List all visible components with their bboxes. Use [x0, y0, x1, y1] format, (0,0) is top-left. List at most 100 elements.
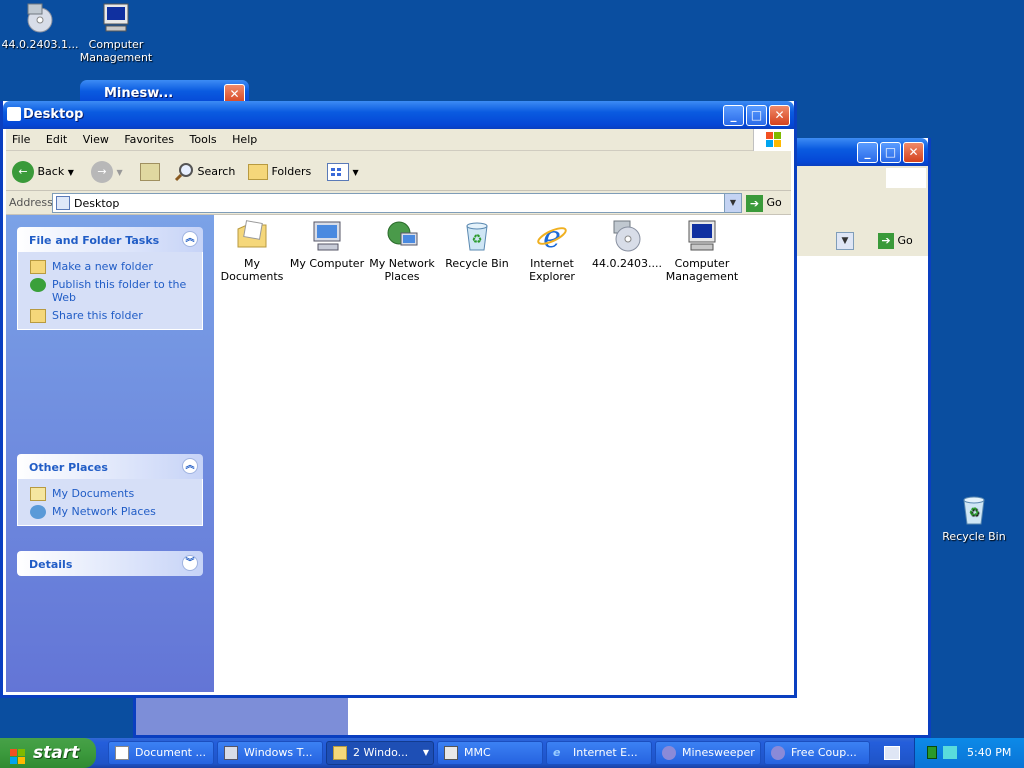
- menu-file[interactable]: File: [6, 129, 36, 146]
- item-recycle-bin[interactable]: ♻ Recycle Bin: [439, 219, 515, 270]
- new-folder-icon: [30, 260, 46, 274]
- address-bar: Address Desktop ▼ ➔ Go: [6, 191, 791, 215]
- item-label: My Documents: [220, 257, 284, 283]
- mmc-icon: [444, 746, 458, 760]
- file-list: My Documents My Computer My Network Plac…: [214, 215, 791, 692]
- up-folder-button[interactable]: [140, 159, 160, 185]
- taskbar-button-windows-group[interactable]: 2 Windo... ▼: [326, 741, 434, 765]
- address-label: Address: [9, 196, 53, 209]
- panel-header[interactable]: File and Folder Tasks ︽: [17, 227, 203, 252]
- recycle-bin-icon: ♻: [958, 494, 990, 526]
- chevron-down-icon[interactable]: ▼: [68, 168, 74, 177]
- menu-favorites[interactable]: Favorites: [118, 129, 180, 146]
- forward-arrow-icon: →: [91, 161, 113, 183]
- desktop-icon-recycle-bin[interactable]: ♻ Recycle Bin: [934, 494, 1014, 543]
- item-label: Internet Explorer: [529, 257, 575, 283]
- windows-logo-icon: [886, 168, 926, 188]
- place-link-my-documents[interactable]: My Documents: [18, 485, 202, 503]
- minesweeper-icon: [662, 746, 676, 760]
- network-tray-icon[interactable]: [943, 746, 957, 759]
- internet-explorer-icon: e: [535, 219, 569, 255]
- close-icon[interactable]: ✕: [903, 142, 924, 163]
- minimize-icon[interactable]: _: [857, 142, 878, 163]
- my-documents-icon: [30, 487, 46, 501]
- menu-view[interactable]: View: [77, 129, 115, 146]
- chevron-down-icon: ▼: [352, 168, 359, 177]
- address-value: Desktop: [74, 197, 120, 210]
- search-button[interactable]: Search: [174, 159, 235, 185]
- task-link-share[interactable]: Share this folder: [18, 307, 202, 325]
- details-panel: Details ︾: [17, 551, 203, 576]
- chevron-down-icon[interactable]: ▼: [724, 194, 741, 212]
- menu-tools[interactable]: Tools: [184, 129, 223, 146]
- item-computer-management[interactable]: Computer Management: [664, 219, 740, 283]
- menu-help[interactable]: Help: [226, 129, 263, 146]
- go-button[interactable]: ➔ Go: [878, 232, 913, 250]
- share-folder-icon: [30, 309, 46, 323]
- taskbar-button-windows-task[interactable]: Windows T...: [217, 741, 323, 765]
- panel-header[interactable]: Details ︾: [17, 551, 203, 576]
- minesweeper-title: Minesw...: [104, 86, 174, 101]
- desktop-icon-cd[interactable]: 44.0.2403.1...: [0, 2, 80, 51]
- task-pane: File and Folder Tasks ︽ Make a new folde…: [6, 215, 214, 692]
- item-label: 44.0.2403....: [592, 257, 662, 270]
- panel-header[interactable]: Other Places ︽: [17, 454, 203, 479]
- other-places-panel: Other Places ︽ My Documents My Network P…: [17, 454, 203, 526]
- taskbar-button-free-coupons[interactable]: Free Coup...: [764, 741, 870, 765]
- place-link-network[interactable]: My Network Places: [18, 503, 202, 521]
- task-link-new-folder[interactable]: Make a new folder: [18, 258, 202, 276]
- task-link-publish[interactable]: Publish this folder to the Web: [18, 276, 202, 307]
- maximize-icon[interactable]: □: [880, 142, 901, 163]
- recycle-bin-icon: ♻: [460, 219, 494, 253]
- computer-icon: [224, 746, 238, 760]
- item-label: Computer Management: [665, 257, 739, 283]
- window-icon: [7, 107, 21, 121]
- collapse-icon[interactable]: ︽: [182, 231, 198, 247]
- taskbar-button-minesweeper[interactable]: Minesweeper: [655, 741, 761, 765]
- keyboard-icon[interactable]: [884, 746, 900, 760]
- svg-text:♻: ♻: [472, 232, 483, 246]
- explorer-titlebar[interactable]: Desktop _ □ ✕: [3, 101, 794, 129]
- menu-edit[interactable]: Edit: [40, 129, 73, 146]
- folders-button[interactable]: Folders: [248, 159, 311, 185]
- windows-logo-icon: [753, 129, 791, 151]
- folder-icon: [248, 164, 268, 180]
- item-internet-explorer[interactable]: e Internet Explorer: [514, 219, 590, 283]
- menu-bar: File Edit View Favorites Tools Help: [6, 129, 791, 151]
- back-arrow-icon: ←: [12, 161, 34, 183]
- forward-button[interactable]: → ▼: [91, 159, 123, 185]
- views-button[interactable]: ▼: [327, 159, 359, 185]
- clock[interactable]: 5:40 PM: [967, 738, 1011, 768]
- cd-icon: [24, 2, 56, 34]
- desktop-icon-label: Computer Management: [79, 38, 153, 64]
- address-input[interactable]: Desktop ▼: [52, 193, 742, 213]
- collapse-icon[interactable]: ︽: [182, 458, 198, 474]
- taskbar-button-internet-explorer[interactable]: e Internet E...: [546, 741, 652, 765]
- svg-text:♻: ♻: [969, 505, 980, 519]
- tray-app-icon[interactable]: [927, 746, 937, 759]
- file-folder-tasks-panel: File and Folder Tasks ︽ Make a new folde…: [17, 227, 203, 330]
- maximize-icon[interactable]: □: [746, 105, 767, 126]
- chevron-down-icon[interactable]: ▼: [836, 232, 854, 250]
- expand-icon[interactable]: ︾: [182, 555, 198, 571]
- back-button[interactable]: ← Back ▼: [12, 159, 74, 185]
- item-my-computer[interactable]: My Computer: [289, 219, 365, 270]
- desktop-icon-computer-management[interactable]: Computer Management: [76, 2, 156, 64]
- taskbar-button-document[interactable]: Document ...: [108, 741, 214, 765]
- start-button[interactable]: start: [0, 738, 96, 768]
- item-cd-drive[interactable]: 44.0.2403....: [589, 219, 665, 270]
- taskbar: start Document ... Windows T... 2 Windo.…: [0, 738, 1024, 768]
- chevron-down-icon: ▼: [116, 168, 123, 177]
- explorer-window[interactable]: Desktop _ □ ✕ File Edit View Favorites T…: [0, 101, 797, 698]
- chevron-down-icon: ▼: [422, 748, 429, 757]
- svg-text:e: e: [543, 220, 561, 253]
- go-button[interactable]: ➔ Go: [746, 194, 782, 212]
- computer-management-icon: [685, 219, 719, 253]
- internet-explorer-icon: e: [553, 746, 561, 759]
- close-icon[interactable]: ✕: [769, 105, 790, 126]
- item-my-documents[interactable]: My Documents: [214, 219, 290, 283]
- minimize-icon[interactable]: _: [723, 105, 744, 126]
- taskbar-button-mmc[interactable]: MMC: [437, 741, 543, 765]
- item-label: My Network Places: [369, 257, 435, 283]
- item-my-network-places[interactable]: My Network Places: [364, 219, 440, 283]
